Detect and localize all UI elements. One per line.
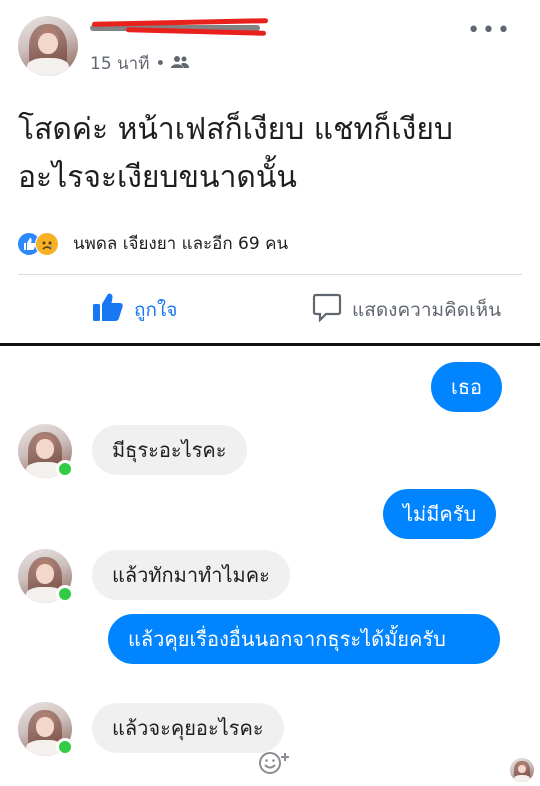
like-button[interactable]: ถูกใจ [92,292,177,327]
more-options-icon[interactable]: ••• [467,18,512,43]
message-bubble-sent[interactable]: เธอ [431,362,503,412]
online-status-icon [56,738,74,756]
post-meta: 15 นาที • [90,50,190,77]
meta-separator: • [155,53,166,74]
reactions-summary[interactable]: นพดล เจียงยา และอีก 69 คน [17,230,288,257]
message-bubble-received[interactable]: แล้วทักมาทำไมคะ [92,550,290,600]
online-status-icon [56,585,74,603]
friends-audience-icon [171,54,190,74]
post-author-avatar[interactable] [18,16,78,76]
reaction-icons [17,231,67,256]
message-bubble-received[interactable]: แล้วจะคุยอะไรคะ [92,703,284,753]
add-reaction-icon[interactable] [258,750,294,781]
like-label: ถูกใจ [134,298,178,321]
online-status-icon [56,460,74,478]
author-name-redacted[interactable] [90,18,269,38]
thumbs-up-icon [92,292,124,327]
comment-button[interactable]: แสดงความคิดเห็น [312,292,501,327]
post-text: โสดค่ะ หน้าเฟสก็เงียบ แชทก็เงียบ อะไรจะเ… [18,112,453,195]
seen-receipt-avatar [510,758,534,782]
sad-reaction-icon [35,231,59,256]
comment-label: แสดงความคิดเห็น [352,298,502,321]
message-bubble-received[interactable]: มีธุระอะไรคะ [92,425,247,475]
post-divider [18,274,522,275]
message-bubble-sent[interactable]: ไม่มีครับ [383,489,497,539]
reactions-text: นพดล เจียงยา และอีก 69 คน [73,234,289,254]
comment-icon [312,292,342,327]
post-time: 15 นาที [90,54,150,74]
facebook-post: 15 นาที • ••• โสดค่ะ หน้าเฟสก็เงียบ แชทก… [0,0,540,345]
message-bubble-sent[interactable]: แล้วคุยเรื่องอื่นนอกจากธุระได้มั้ยครับ [108,614,500,664]
